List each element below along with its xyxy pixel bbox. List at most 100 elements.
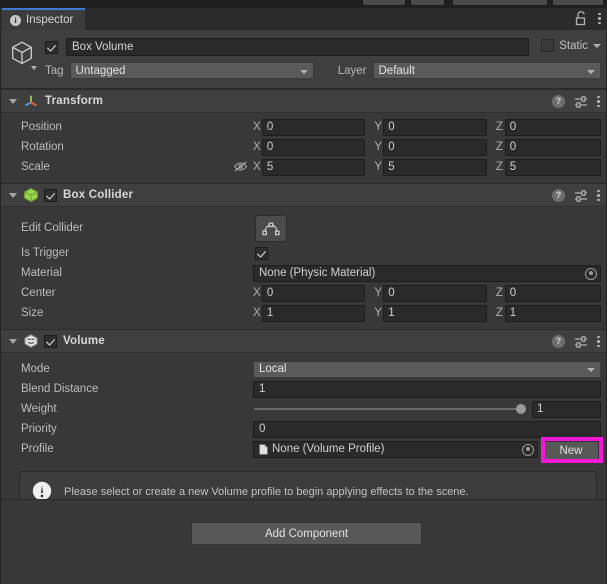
label-weight: Weight (21, 403, 57, 415)
kebab-menu-icon[interactable] (597, 334, 600, 349)
object-name-input[interactable]: Box Volume (66, 38, 529, 56)
toolbar-button-3[interactable] (553, 0, 603, 5)
position-y-input[interactable]: 0 (383, 118, 487, 136)
center-z-input[interactable]: 0 (504, 284, 602, 302)
position-z-input[interactable]: 0 (504, 118, 602, 136)
box-collider-enabled-checkbox[interactable] (44, 188, 57, 202)
axis-x-label: X (253, 161, 261, 173)
new-profile-button[interactable]: New (543, 441, 599, 460)
rotation-x-input[interactable]: 0 (261, 138, 366, 156)
help-icon[interactable]: ? (552, 95, 565, 108)
help-icon[interactable]: ? (552, 189, 565, 202)
vector3-position: X 0 Y 0 Z 0 (253, 118, 602, 136)
axis-z-label: Z (495, 141, 503, 153)
rotation-z-input[interactable]: 0 (504, 138, 602, 156)
row-blend-distance: Blend Distance 1 (1, 379, 606, 399)
axis-x-label: X (253, 141, 261, 153)
scale-z-input[interactable]: 5 (504, 158, 602, 176)
component-body-volume: Mode Local Blend Distance 1 Weight 1 Pri… (1, 353, 606, 467)
material-object-field[interactable]: None (Physic Material) (253, 264, 601, 282)
vector3-scale: X 5 Y 5 Z 5 (253, 158, 602, 176)
center-x-input[interactable]: 0 (261, 284, 366, 302)
center-y-input[interactable]: 0 (383, 284, 487, 302)
foldout-volume-icon[interactable] (9, 338, 17, 344)
edit-collider-button[interactable] (255, 215, 287, 242)
constrain-proportions-off-icon[interactable] (233, 160, 248, 173)
component-header-transform[interactable]: Transform ? (1, 89, 606, 113)
profile-value: None (Volume Profile) (272, 443, 385, 455)
add-component-button[interactable]: Add Component (191, 522, 422, 545)
object-picker-icon[interactable] (522, 443, 534, 456)
weight-value-input[interactable]: 1 (532, 400, 601, 418)
component-title-box-collider: Box Collider (63, 189, 134, 201)
toolbar-button-2[interactable] (411, 0, 444, 5)
axis-y-label: Y (374, 141, 383, 153)
info-icon: i (10, 14, 21, 26)
priority-input[interactable]: 0 (253, 420, 601, 438)
layer-dropdown[interactable]: Default (372, 62, 601, 79)
size-x-input[interactable]: 1 (261, 304, 366, 322)
toolbar-button-1[interactable] (363, 0, 405, 5)
is-trigger-checkbox[interactable] (255, 246, 268, 260)
row-profile: Profile None (Volume Profile) New (1, 437, 606, 463)
kebab-menu-icon[interactable] (598, 11, 601, 26)
component-body-box-collider: Edit Collider Is Trigger Material None (… (1, 207, 606, 329)
help-icon[interactable]: ? (552, 335, 565, 348)
volume-enabled-checkbox[interactable] (44, 334, 57, 348)
toolbar-dropdown[interactable] (453, 0, 547, 5)
label-scale: Scale (21, 161, 50, 173)
foldout-box-collider-icon[interactable] (9, 192, 17, 198)
kebab-menu-icon[interactable] (597, 94, 600, 109)
tag-layer-row: Tag Untagged Layer Default (45, 62, 601, 79)
static-label: Static (559, 39, 588, 52)
cube-icon[interactable] (9, 40, 37, 70)
axis-z-label: Z (495, 161, 503, 173)
weight-slider-handle[interactable] (516, 404, 526, 414)
tab-inspector[interactable]: i Inspector (2, 8, 86, 30)
kebab-menu-icon[interactable] (597, 188, 600, 203)
profile-object-field[interactable]: None (Volume Profile) (253, 440, 538, 458)
preset-icon[interactable] (574, 189, 588, 203)
scale-x-input[interactable]: 5 (261, 158, 366, 176)
object-picker-icon[interactable] (585, 267, 597, 280)
edit-collider-icon (262, 221, 280, 237)
label-material: Material (21, 267, 62, 279)
label-rotation: Rotation (21, 141, 64, 153)
tag-label: Tag (45, 64, 64, 77)
inspector-body: Box Volume Static Tag Untagged Layer Def… (0, 30, 607, 584)
component-title-volume: Volume (63, 335, 105, 347)
mode-dropdown[interactable]: Local (253, 360, 601, 378)
axis-y-label: Y (374, 121, 383, 133)
object-header: Box Volume Static Tag Untagged Layer Def… (1, 30, 606, 89)
component-header-box-collider[interactable]: Box Collider ? (1, 183, 606, 207)
weight-slider[interactable] (254, 401, 526, 418)
tag-dropdown[interactable]: Untagged (69, 62, 314, 79)
axis-z-label: Z (495, 287, 503, 299)
preset-icon[interactable] (574, 95, 588, 109)
component-body-transform: Position X 0 Y 0 Z 0 Rotation X 0 Y 0 Z (1, 113, 606, 183)
chevron-down-icon[interactable] (31, 66, 37, 70)
component-actions-transform: ? (552, 94, 600, 109)
rotation-y-input[interactable]: 0 (383, 138, 487, 156)
component-header-volume[interactable]: Volume ? (1, 329, 606, 353)
axis-z-label: Z (495, 307, 503, 319)
volume-icon (23, 333, 39, 349)
row-size: Size X 1 Y 1 Z 1 (1, 303, 606, 323)
object-enabled-checkbox[interactable] (45, 40, 58, 54)
static-chevron-down-icon[interactable] (593, 43, 601, 48)
lock-open-icon[interactable] (575, 11, 588, 26)
blend-distance-input[interactable]: 1 (253, 380, 601, 398)
size-z-input[interactable]: 1 (504, 304, 602, 322)
tab-inspector-label: Inspector (26, 14, 74, 26)
scale-y-input[interactable]: 5 (383, 158, 487, 176)
position-x-input[interactable]: 0 (261, 118, 366, 136)
material-value: None (Physic Material) (259, 267, 376, 279)
foldout-transform-icon[interactable] (9, 98, 17, 104)
tab-bar-actions (575, 11, 601, 26)
preset-icon[interactable] (574, 335, 588, 349)
row-edit-collider: Edit Collider (1, 213, 606, 243)
size-y-input[interactable]: 1 (383, 304, 487, 322)
tag-value: Untagged (75, 64, 126, 77)
static-checkbox[interactable] (541, 39, 555, 52)
label-size: Size (21, 307, 44, 319)
